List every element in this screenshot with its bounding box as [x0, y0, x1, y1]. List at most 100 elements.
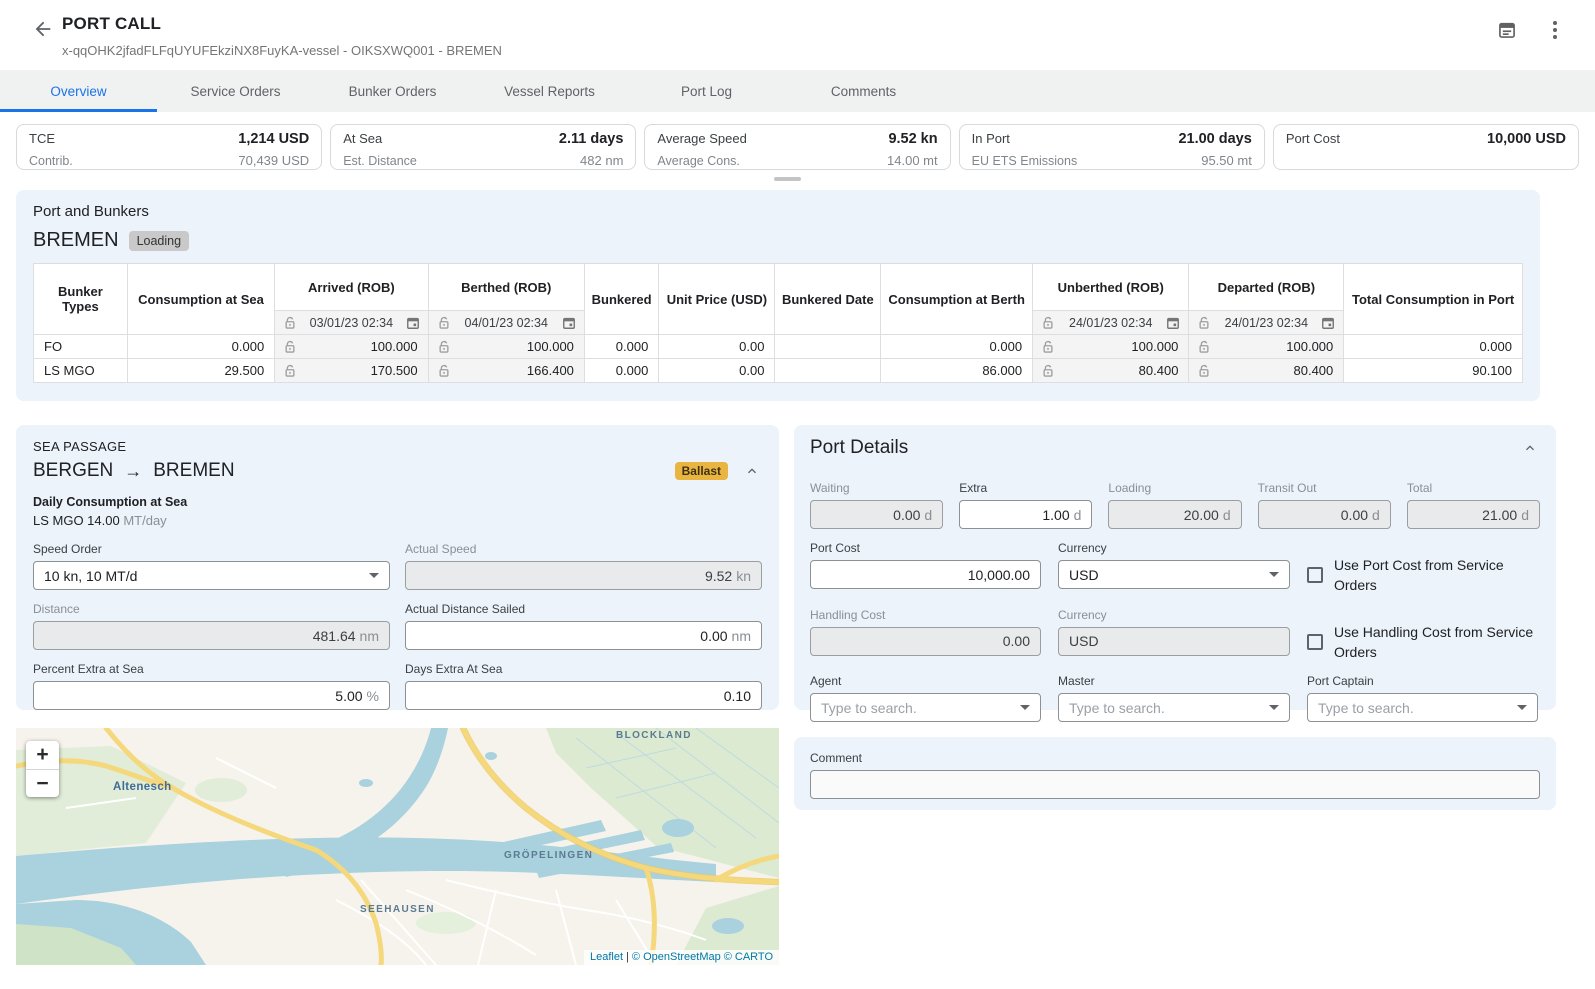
distance-field: 481.64 nm	[33, 621, 390, 650]
currency-select[interactable]: USD	[1058, 560, 1290, 589]
calendar-icon[interactable]	[1321, 316, 1335, 330]
chevron-up-icon	[1522, 440, 1538, 456]
stat-label: TCE	[29, 129, 55, 149]
currency-value: USD	[1069, 567, 1099, 583]
lock-open-icon[interactable]	[1041, 340, 1055, 354]
carto-link[interactable]: © CARTO	[724, 951, 773, 963]
loading-value: 20.00	[1184, 507, 1219, 523]
days-extra-at-sea-field[interactable]: 0.10	[405, 681, 762, 710]
map-label-blockland: BLOCKLAND	[616, 730, 692, 741]
calendar-icon[interactable]	[562, 316, 576, 330]
cell-berthed-rob: 100.000	[428, 335, 584, 359]
waiting-label: Waiting	[810, 481, 943, 495]
tab-comments[interactable]: Comments	[785, 70, 942, 112]
use-port-cost-checkbox[interactable]	[1307, 567, 1323, 583]
tab-bunker-orders[interactable]: Bunker Orders	[314, 70, 471, 112]
transit-out-field: 0.00 d	[1258, 500, 1391, 529]
distance-label: Distance	[33, 602, 390, 616]
use-handling-cost-checkbox[interactable]	[1307, 634, 1323, 650]
lock-open-icon[interactable]	[1197, 364, 1211, 378]
port-name: BREMEN	[33, 229, 119, 252]
cell-bunker-type: FO	[34, 335, 128, 359]
kebab-menu-button[interactable]	[1543, 18, 1567, 42]
use-port-cost-label: Use Port Cost from Service Orders	[1334, 555, 1540, 596]
calendar-icon[interactable]	[1166, 316, 1180, 330]
cell-unit-price[interactable]: 0.00	[659, 359, 775, 383]
cell-consumption-at-sea[interactable]: 29.500	[127, 359, 274, 383]
speed-order-select[interactable]: 10 kn, 10 MT/d	[33, 561, 390, 590]
chevron-down-icon	[369, 573, 379, 578]
stat-sub-label: EU ETS Emissions	[972, 152, 1078, 171]
calendar-button[interactable]	[1495, 18, 1519, 42]
extra-value: 1.00	[1042, 507, 1069, 523]
lock-open-icon[interactable]	[437, 340, 451, 354]
agent-search-select[interactable]: Type to search.	[810, 693, 1041, 722]
actual-speed-value: 9.52	[705, 568, 732, 584]
cell-consumption-at-berth[interactable]: 0.000	[881, 335, 1033, 359]
map-label-altenesch: Altenesch	[113, 781, 172, 793]
actual-distance-sailed-unit: nm	[732, 628, 751, 644]
zoom-in-button[interactable]: +	[26, 741, 59, 769]
openstreetmap-link[interactable]: © OpenStreetMap	[632, 951, 721, 963]
stat-sub-value: 482 nm	[580, 151, 623, 171]
collapse-port-details-button[interactable]	[1520, 438, 1540, 458]
arrived-date-cell[interactable]: 03/01/23 02:34	[275, 311, 428, 335]
cell-bunkered-date[interactable]	[775, 335, 881, 359]
percent-extra-at-sea-unit: %	[367, 688, 379, 704]
lock-open-icon[interactable]	[283, 316, 297, 330]
actual-distance-sailed-value: 0.00	[700, 628, 727, 644]
transit-out-label: Transit Out	[1258, 481, 1391, 495]
map-zoom-control: + −	[26, 741, 59, 797]
days-extra-at-sea-label: Days Extra At Sea	[405, 662, 762, 676]
cell-consumption-at-berth[interactable]: 86.000	[881, 359, 1033, 383]
back-button[interactable]	[30, 16, 56, 42]
berthed-date-cell[interactable]: 04/01/23 02:34	[428, 311, 584, 335]
extra-field[interactable]: 1.00 d	[959, 500, 1092, 529]
actual-distance-sailed-field[interactable]: 0.00 nm	[405, 621, 762, 650]
leaflet-link[interactable]: Leaflet	[590, 951, 623, 963]
map-attribution: Leaflet | © OpenStreetMap © CARTO	[584, 950, 779, 965]
tab-service-orders[interactable]: Service Orders	[157, 70, 314, 112]
cell-bunkered[interactable]: 0.000	[584, 359, 658, 383]
col-unit-price: Unit Price (USD)	[659, 264, 775, 335]
tab-port-log[interactable]: Port Log	[628, 70, 785, 112]
master-search-select[interactable]: Type to search.	[1058, 693, 1290, 722]
lock-open-icon[interactable]	[1041, 364, 1055, 378]
port-details-title: Port Details	[810, 437, 908, 459]
port-cost-label: Port Cost	[810, 541, 1041, 555]
actual-distance-sailed-label: Actual Distance Sailed	[405, 602, 762, 616]
stat-card-in-port: In Port21.00 days EU ETS Emissions95.50 …	[959, 124, 1265, 170]
zoom-out-button[interactable]: −	[26, 769, 59, 797]
tab-label: Vessel Reports	[504, 84, 595, 99]
stats-drag-handle[interactable]	[774, 177, 801, 181]
tab-label: Comments	[831, 84, 896, 99]
master-label: Master	[1058, 674, 1290, 688]
percent-extra-at-sea-field[interactable]: 5.00 %	[33, 681, 390, 710]
tab-vessel-reports[interactable]: Vessel Reports	[471, 70, 628, 112]
lock-open-icon[interactable]	[283, 340, 297, 354]
comment-input[interactable]	[810, 770, 1540, 799]
cell-consumption-at-sea[interactable]: 0.000	[127, 335, 274, 359]
master-placeholder: Type to search.	[1069, 700, 1165, 716]
total-field: 21.00 d	[1407, 500, 1540, 529]
lock-open-icon[interactable]	[1197, 340, 1211, 354]
lock-open-icon[interactable]	[437, 364, 451, 378]
cell-bunkered-date[interactable]	[775, 359, 881, 383]
port-cost-field[interactable]: 10,000.00	[810, 560, 1041, 589]
daily-consumption-unit: MT/day	[123, 513, 166, 528]
departed-date-cell[interactable]: 24/01/23 02:34	[1189, 311, 1344, 335]
collapse-sea-passage-button[interactable]	[742, 461, 762, 481]
lock-open-icon[interactable]	[1041, 316, 1055, 330]
unberthed-date-cell[interactable]: 24/01/23 02:34	[1033, 311, 1189, 335]
tab-overview[interactable]: Overview	[0, 70, 157, 112]
cell-value: 100.000	[1215, 339, 1335, 354]
tab-bar: Overview Service Orders Bunker Orders Ve…	[0, 70, 1595, 112]
port-captain-search-select[interactable]: Type to search.	[1307, 693, 1538, 722]
calendar-icon[interactable]	[406, 316, 420, 330]
lock-open-icon[interactable]	[1197, 316, 1211, 330]
lock-open-icon[interactable]	[437, 316, 451, 330]
lock-open-icon[interactable]	[283, 364, 297, 378]
route-map[interactable]: BLOCKLAND Altenesch GRÖPELINGEN SEEHAUSE…	[16, 728, 779, 965]
cell-bunkered[interactable]: 0.000	[584, 335, 658, 359]
cell-unit-price[interactable]: 0.00	[659, 335, 775, 359]
